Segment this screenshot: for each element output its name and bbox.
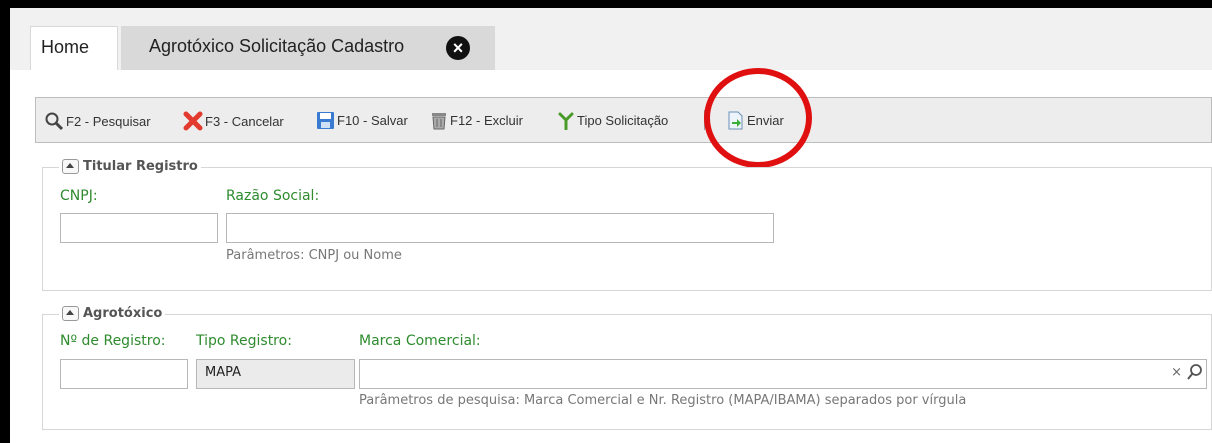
enviar-label: Enviar <box>747 113 784 128</box>
excluir-button[interactable]: F12 - Excluir <box>430 111 523 130</box>
floppy-icon <box>317 112 334 129</box>
marca-comercial-actions: × <box>1171 363 1204 381</box>
salvar-button[interactable]: F10 - Salvar <box>316 111 408 130</box>
razao-social-input[interactable] <box>226 213 774 243</box>
agrotoxico-legend[interactable]: Agrotóxico <box>59 306 166 321</box>
magnifier-icon <box>45 112 64 131</box>
titular-registro-fieldset: Titular Registro CNPJ: Razão Social: Par… <box>42 159 1212 291</box>
toolbar-separator <box>704 110 705 130</box>
cancelar-button[interactable]: F3 - Cancelar <box>183 111 284 131</box>
agrotoxico-hint: Parâmetros de pesquisa: Marca Comercial … <box>359 393 967 408</box>
tab-home-label: Home <box>41 37 90 57</box>
cnpj-input[interactable] <box>60 213 218 243</box>
salvar-label: F10 - Salvar <box>337 113 408 128</box>
tipo-solicitacao-button[interactable]: Tipo Solicitação <box>557 111 668 130</box>
pesquisar-label: F2 - Pesquisar <box>66 113 151 129</box>
titular-registro-title: Titular Registro <box>83 159 198 174</box>
agrotoxico-title: Agrotóxico <box>83 306 163 321</box>
tab-home[interactable]: Home <box>30 26 118 70</box>
marca-comercial-label: Marca Comercial: <box>359 333 481 349</box>
numero-registro-label: Nº de Registro: <box>60 333 166 349</box>
tipo-solicitacao-label: Tipo Solicitação <box>577 113 669 128</box>
tipo-registro-label: Tipo Registro: <box>196 333 292 349</box>
excluir-label: F12 - Excluir <box>450 113 523 128</box>
close-circle-icon[interactable]: × <box>446 36 470 60</box>
red-x-icon <box>183 111 203 131</box>
razao-social-label: Razão Social: <box>226 188 320 204</box>
screen-frame-top <box>0 0 1212 8</box>
pesquisar-button[interactable]: F2 - Pesquisar <box>44 111 151 131</box>
trash-icon <box>432 113 446 130</box>
tipo-registro-field: MAPA <box>196 359 355 389</box>
enviar-button[interactable]: Enviar <box>726 111 784 130</box>
tab-agrotoxico-solicitacao-cadastro[interactable]: Agrotóxico Solicitação Cadastro × <box>121 26 495 70</box>
cancelar-label: F3 - Cancelar <box>205 113 284 129</box>
send-document-icon <box>728 111 743 130</box>
toolbar: F2 - Pesquisar F3 - Cancelar F10 - Salva… <box>35 97 1212 143</box>
numero-registro-input[interactable] <box>60 359 188 389</box>
fork-icon <box>558 112 574 130</box>
screen-frame-left <box>0 0 10 443</box>
marca-comercial-input[interactable]: × <box>359 359 1207 389</box>
cnpj-label: CNPJ: <box>60 188 98 204</box>
tab-bar: Home Agrotóxico Solicitação Cadastro × <box>10 8 1212 70</box>
search-icon[interactable] <box>1186 363 1204 381</box>
clear-icon[interactable]: × <box>1171 365 1182 380</box>
collapse-toggle-icon[interactable] <box>62 306 79 321</box>
titular-registro-legend[interactable]: Titular Registro <box>59 159 201 174</box>
agrotoxico-fieldset: Agrotóxico Nº de Registro: Tipo Registro… <box>42 306 1212 430</box>
collapse-toggle-icon[interactable] <box>62 159 79 174</box>
titular-hint: Parâmetros: CNPJ ou Nome <box>226 248 402 263</box>
tab-agrotoxico-label: Agrotóxico Solicitação Cadastro <box>149 36 405 56</box>
